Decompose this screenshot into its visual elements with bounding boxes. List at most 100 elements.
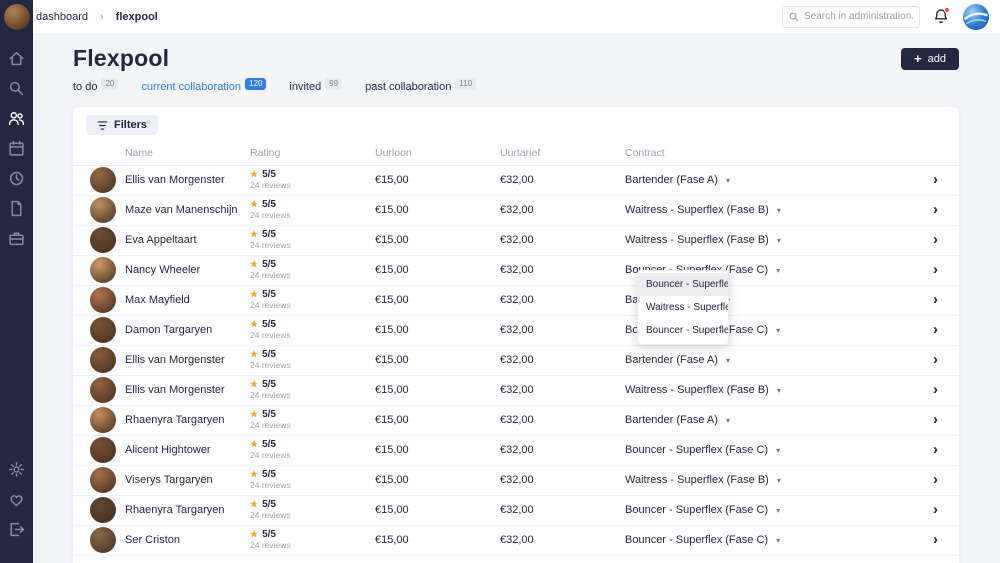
row-actions: › — [928, 321, 942, 339]
row-detail-chevron-icon[interactable]: › — [933, 411, 938, 428]
row-detail-chevron-icon[interactable]: › — [933, 441, 938, 458]
table-row[interactable]: Ser Criston ★ 5/5 24 reviews €15,00 €32,… — [73, 526, 959, 556]
table-row[interactable]: Eva Appeltaart ★ 5/5 24 reviews €15,00 €… — [73, 226, 959, 256]
briefcase-icon[interactable] — [8, 230, 25, 247]
contract-select[interactable]: Waitress - Superflex (Fase B) ▾ — [625, 384, 928, 396]
table-row[interactable]: Ellis van Morgenster ★ 5/5 24 reviews €1… — [73, 166, 959, 196]
search-input[interactable] — [804, 11, 913, 22]
employee-name: Eva Appeltaart — [125, 234, 197, 246]
uurloon-value: €15,00 — [375, 444, 500, 456]
row-detail-chevron-icon[interactable]: › — [933, 501, 938, 518]
avatar — [90, 377, 116, 403]
employee-name: Rhaenyra Targaryen — [125, 414, 224, 426]
tab-invited[interactable]: invited 99 — [289, 81, 342, 97]
user-avatar[interactable] — [4, 4, 30, 30]
breadcrumb-dashboard[interactable]: dashboard — [36, 11, 88, 23]
contract-select[interactable]: Bartender (Fase A) ▾ — [625, 174, 928, 186]
tab-past-collaboration[interactable]: past collaboration 110 — [365, 81, 476, 97]
contract-select[interactable]: Bartender (Fase A) ▾ — [625, 414, 928, 426]
contract-select[interactable]: Bartender (Fase A) ▾ — [625, 354, 928, 366]
rating-cell: ★ 5/5 24 reviews — [250, 439, 375, 461]
name-cell: Maze van Manenschijn — [90, 197, 250, 223]
row-actions: › — [928, 231, 942, 249]
avatar — [90, 497, 116, 523]
filters-button[interactable]: Filters — [86, 115, 158, 135]
admin-search[interactable] — [782, 6, 920, 28]
rating-cell: ★ 5/5 24 reviews — [250, 319, 375, 341]
search-icon[interactable] — [8, 80, 25, 97]
logout-icon[interactable] — [8, 521, 25, 538]
tab-label: invited — [289, 81, 321, 93]
collaboration-card: Filters Name Rating Uurloon Uurtarief Co… — [73, 107, 959, 563]
column-uurtarief: Uurtarief — [500, 147, 625, 159]
row-detail-chevron-icon[interactable]: › — [933, 231, 938, 248]
contract-select[interactable]: Waitress - Superflex (Fase B) ▾ — [625, 234, 928, 246]
contract-label: Waitress - Superflex (Fase B) — [625, 204, 769, 216]
avatar — [90, 197, 116, 223]
star-icon: ★ — [250, 409, 258, 419]
contract-select[interactable]: Bouncer - Superflex (Fase C) ▾ — [625, 534, 928, 546]
row-actions: › — [928, 501, 942, 519]
contract-label: Bouncer - Superflex (Fase C) — [625, 534, 768, 546]
breadcrumb-flexpool[interactable]: flexpool — [116, 11, 158, 23]
rating-value: 5/5 — [262, 349, 276, 361]
users-icon[interactable] — [8, 110, 25, 127]
dropdown-option[interactable]: Bouncer - Superflex (F... — [638, 273, 728, 296]
calendar-icon[interactable] — [8, 140, 25, 157]
row-detail-chevron-icon[interactable]: › — [933, 291, 938, 308]
heart-icon[interactable] — [8, 491, 25, 508]
tab-to-do[interactable]: to do 20 — [73, 81, 118, 97]
table-row[interactable]: Viserys Targaryen ★ 5/5 24 reviews €15,0… — [73, 466, 959, 496]
uurloon-value: €15,00 — [375, 384, 500, 396]
contract-select[interactable]: Waitress - Superflex (Fase B) ▾ — [625, 474, 928, 486]
row-detail-chevron-icon[interactable]: › — [933, 201, 938, 218]
notifications-bell-icon[interactable] — [933, 8, 949, 25]
table-row[interactable]: Ellis van Morgenster ★ 5/5 24 reviews €1… — [73, 376, 959, 406]
table-row[interactable]: Nancy Wheeler ★ 5/5 24 reviews €15,00 €3… — [73, 256, 959, 286]
tab-badge: 120 — [245, 78, 266, 90]
dropdown-option[interactable]: Bouncer - Superflex (F... — [638, 319, 728, 342]
search-icon — [789, 12, 799, 22]
review-count: 24 reviews — [250, 181, 375, 191]
review-count: 24 reviews — [250, 541, 375, 551]
add-button[interactable]: + add — [901, 48, 959, 70]
row-detail-chevron-icon[interactable]: › — [933, 171, 938, 188]
table-row[interactable]: Ellis van Morgenster ★ 5/5 24 reviews €1… — [73, 346, 959, 376]
contract-select[interactable]: Waitress - Superflex (Fase B) ▾ — [625, 204, 928, 216]
breadcrumb: dashboard › flexpool — [36, 11, 158, 23]
employee-name: Nancy Wheeler — [125, 264, 200, 276]
review-count: 24 reviews — [250, 301, 375, 311]
content: Flexpool + add to do 20 current collabor… — [33, 33, 1000, 563]
uurloon-value: €15,00 — [375, 504, 500, 516]
table-row[interactable]: Alicent Hightower ★ 5/5 24 reviews €15,0… — [73, 436, 959, 466]
home-icon[interactable] — [8, 50, 25, 67]
uurloon-value: €15,00 — [375, 474, 500, 486]
row-detail-chevron-icon[interactable]: › — [933, 321, 938, 338]
table-row[interactable]: Rhaenyra Targaryen ★ 5/5 24 reviews €15,… — [73, 406, 959, 436]
review-count: 24 reviews — [250, 361, 375, 371]
tab-current-collaboration[interactable]: current collaboration 120 — [141, 81, 266, 97]
table-row[interactable]: Damon Targaryen ★ 5/5 24 reviews €15,00 … — [73, 316, 959, 346]
table-row[interactable]: Rhaenyra Targaryen ★ 5/5 24 reviews €15,… — [73, 496, 959, 526]
review-count: 24 reviews — [250, 391, 375, 401]
contract-select[interactable]: Bouncer - Superflex (Fase C) ▾ — [625, 504, 928, 516]
table-row[interactable]: Maze van Manenschijn ★ 5/5 24 reviews €1… — [73, 196, 959, 226]
review-count: 24 reviews — [250, 481, 375, 491]
contract-select[interactable]: Bouncer - Superflex (Fase C) ▾ — [625, 444, 928, 456]
dropdown-option[interactable]: Waitress - Superflex (F... — [638, 296, 728, 319]
row-detail-chevron-icon[interactable]: › — [933, 351, 938, 368]
row-detail-chevron-icon[interactable]: › — [933, 261, 938, 278]
tabs: to do 20 current collaboration 120 invit… — [73, 81, 959, 97]
table-row[interactable]: Max Mayfield ★ 5/5 24 reviews €15,00 €32… — [73, 286, 959, 316]
notification-dot — [944, 7, 950, 13]
employee-name: Ellis van Morgenster — [125, 174, 225, 186]
page-title: Flexpool — [73, 45, 169, 72]
clock-icon[interactable] — [8, 170, 25, 187]
gear-icon[interactable] — [8, 461, 25, 478]
row-detail-chevron-icon[interactable]: › — [933, 531, 938, 548]
row-detail-chevron-icon[interactable]: › — [933, 471, 938, 488]
document-icon[interactable] — [8, 200, 25, 217]
rating-cell: ★ 5/5 24 reviews — [250, 409, 375, 431]
employee-name: Ellis van Morgenster — [125, 384, 225, 396]
row-detail-chevron-icon[interactable]: › — [933, 381, 938, 398]
